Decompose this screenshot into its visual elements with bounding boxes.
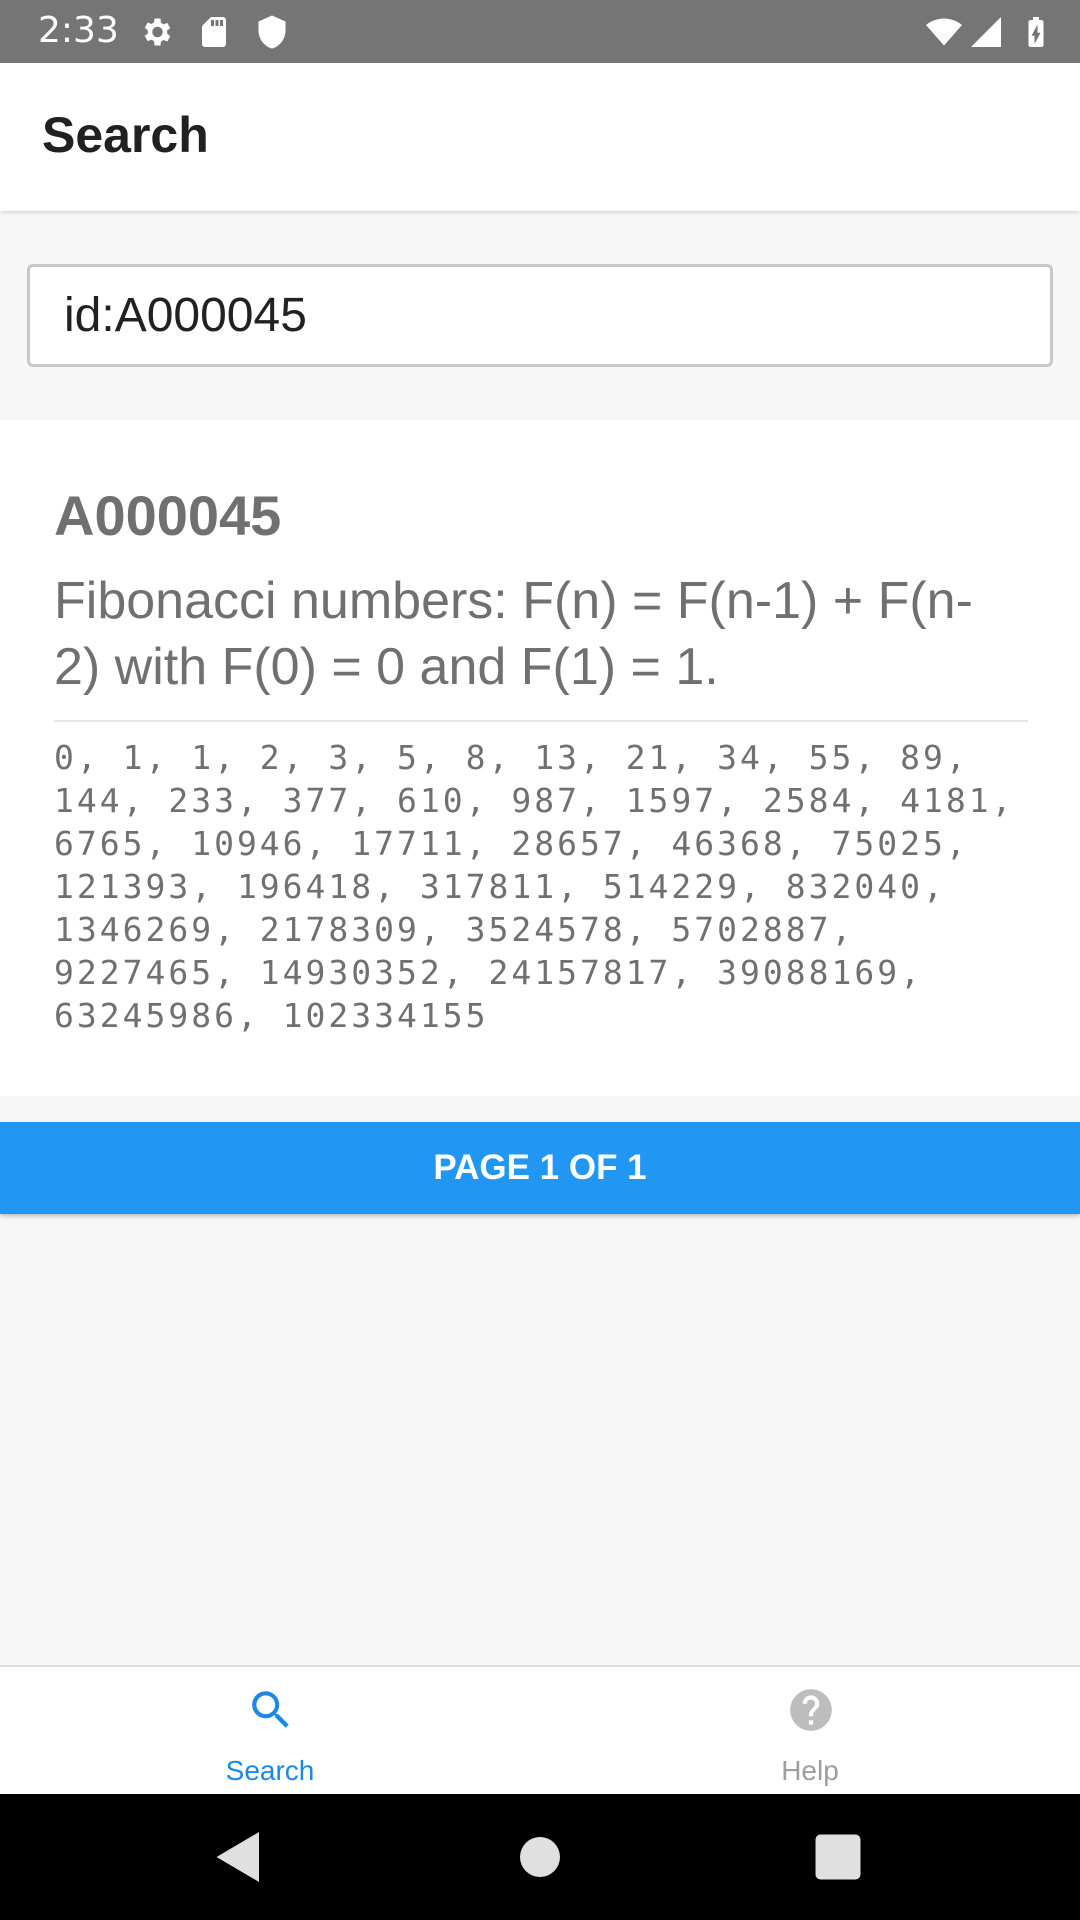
- wifi-icon: [926, 18, 962, 46]
- sequence-id: A000045: [54, 484, 282, 547]
- status-time: 2:33: [38, 10, 119, 51]
- app-bar: Search: [0, 63, 1080, 211]
- signal-icon: [971, 17, 1001, 47]
- page-title: Search: [42, 107, 209, 163]
- search-field[interactable]: [27, 264, 1053, 367]
- result-card[interactable]: A000045 Fibonacci numbers: F(n) = F(n-1)…: [0, 420, 1080, 1096]
- nav-label-help: Help: [781, 1755, 839, 1786]
- pagination-button[interactable]: PAGE 1 OF 1: [0, 1122, 1080, 1214]
- back-icon[interactable]: [209, 1827, 269, 1887]
- search-icon: [252, 1691, 289, 1728]
- help-icon: [790, 1689, 832, 1731]
- sequence-name: Fibonacci numbers: F(n) = F(n-1) + F(n-2…: [54, 572, 973, 696]
- system-nav-bar: [0, 1794, 1080, 1920]
- divider: [54, 720, 1028, 722]
- sd-card-icon: [202, 17, 226, 47]
- sequence-terms: 0, 1, 1, 2, 3, 5, 8, 13, 21, 34, 55, 89,…: [54, 738, 1015, 1035]
- recents-icon[interactable]: [808, 1827, 868, 1887]
- nav-label-search: Search: [225, 1755, 315, 1786]
- home-icon[interactable]: [510, 1827, 570, 1887]
- bottom-nav: Search Help: [0, 1665, 1080, 1794]
- nav-item-search[interactable]: Search: [0, 1667, 540, 1796]
- settings-gear-icon: [144, 18, 171, 46]
- shield-icon: [258, 15, 286, 49]
- nav-item-help[interactable]: Help: [540, 1667, 1080, 1796]
- status-bar: 2:33: [0, 0, 1080, 63]
- battery-charging-icon: [1028, 17, 1044, 47]
- search-input[interactable]: [64, 285, 1024, 345]
